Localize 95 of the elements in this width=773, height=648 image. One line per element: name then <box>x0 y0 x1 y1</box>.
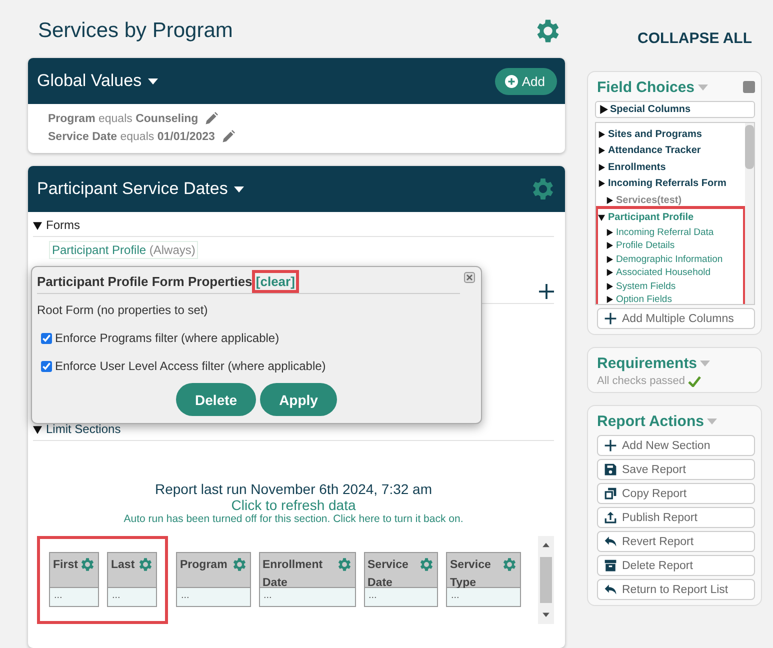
add-button[interactable]: Add <box>494 68 557 94</box>
section-label[interactable]: Limit Sections <box>46 422 121 436</box>
collapse-all-link[interactable]: COLLAPSE ALL <box>587 30 762 54</box>
column-label: Last <box>111 558 135 573</box>
gear-icon[interactable] <box>500 556 518 573</box>
column-label: Program <box>180 558 228 573</box>
collapsed-triangle-icon[interactable] <box>599 105 608 114</box>
panel-title[interactable]: Participant Service Dates <box>37 179 244 199</box>
column-header[interactable]: Service Date <box>364 552 438 588</box>
checkbox-label[interactable]: Enforce Programs filter (where applicable) <box>55 331 280 345</box>
page-title: Services by Program <box>38 19 233 43</box>
up-arrow-icon[interactable] <box>542 542 550 549</box>
panel-title[interactable]: Field Choices <box>597 78 708 96</box>
column-label: First <box>53 558 78 573</box>
pencil-icon[interactable] <box>204 112 218 126</box>
requirements-status: All checks passed <box>597 375 686 387</box>
plus-icon[interactable] <box>539 284 554 299</box>
scrollbar[interactable] <box>538 536 554 624</box>
tree-item[interactable]: Associated Household <box>606 266 743 280</box>
column-header[interactable]: Service Type <box>446 552 520 588</box>
action-button[interactable]: Publish Report <box>597 507 755 528</box>
filter-text: Service Date equals 01/01/2023 <box>48 130 215 145</box>
dialog-title: Participant Profile Form Properties <box>37 274 254 289</box>
tree-item[interactable]: Participant Profile <box>598 209 743 226</box>
collapsed-triangle-icon[interactable] <box>598 164 605 171</box>
tree-item[interactable]: Enrollments <box>598 159 743 176</box>
archive-box-icon <box>604 559 617 572</box>
action-button[interactable]: Revert Report <box>597 531 755 552</box>
caret-icon[interactable] <box>234 186 244 192</box>
expanded-triangle-icon[interactable] <box>33 424 42 434</box>
form-tag[interactable]: Participant Profile (Always) <box>49 241 198 259</box>
table-cell: ... <box>364 588 438 607</box>
column-header[interactable]: Program <box>176 552 250 588</box>
undo-arrow-icon <box>604 535 617 548</box>
table-cell: ... <box>258 588 356 607</box>
column-header[interactable]: First <box>49 552 99 588</box>
panel-title[interactable]: Global Values <box>37 71 158 91</box>
column-label: Service Date <box>368 558 410 591</box>
dialog-button[interactable]: Delete <box>176 383 256 416</box>
collapsed-triangle-icon[interactable] <box>598 180 605 188</box>
tree-item[interactable]: Profile Details <box>606 239 743 252</box>
table-cell: ... <box>446 588 520 607</box>
dialog-note: Root Form (no properties to set) <box>37 303 209 317</box>
action-button[interactable]: Add New Section <box>597 435 755 456</box>
action-button[interactable]: Save Report <box>597 459 755 480</box>
undo-arrow-icon <box>604 583 617 596</box>
expanded-triangle-icon[interactable] <box>33 220 42 230</box>
add-columns-button[interactable]: Add Multiple Columns <box>597 308 755 329</box>
gear-icon[interactable] <box>230 556 248 573</box>
refresh-link[interactable]: Click to refresh data <box>33 497 554 513</box>
tree-item[interactable]: Sites and Programs <box>598 126 743 142</box>
panel-title[interactable]: Report Actions <box>597 412 717 430</box>
gear-icon[interactable] <box>137 556 154 573</box>
column-label: Service Type <box>450 558 492 591</box>
upload-icon <box>604 511 617 524</box>
table-cell: ... <box>176 588 250 607</box>
down-arrow-icon[interactable] <box>542 611 550 618</box>
column-header[interactable]: Last <box>107 552 157 588</box>
plus-circle-icon[interactable] <box>504 74 518 88</box>
action-button[interactable]: Delete Report <box>597 555 755 576</box>
table-cell: ... <box>107 588 157 607</box>
pencil-icon[interactable] <box>220 130 235 144</box>
plus-icon <box>604 439 617 452</box>
checkbox[interactable] <box>41 332 52 344</box>
caret-icon[interactable] <box>148 78 158 84</box>
tree-item[interactable]: Incoming Referral Data <box>606 226 743 239</box>
tree-item[interactable]: Attendance Tracker <box>598 142 743 159</box>
auto-run-note[interactable]: Auto run has been turned off for this section. Click here to turn it back on. <box>33 513 554 526</box>
checkbox[interactable] <box>41 360 52 372</box>
tree-item[interactable]: Special Columns <box>595 101 755 118</box>
tree-item[interactable]: Incoming Referrals Form <box>598 176 743 192</box>
collapsed-triangle-icon[interactable] <box>598 130 605 138</box>
close-icon[interactable] <box>464 272 475 283</box>
expanded-triangle-icon[interactable] <box>598 214 605 221</box>
plus-icon <box>604 312 617 325</box>
action-button[interactable]: Return to Report List <box>597 579 755 600</box>
collapsed-triangle-icon[interactable] <box>598 147 605 154</box>
filter-text: Program equals Counseling <box>48 112 198 127</box>
panel-title[interactable]: Requirements <box>597 354 710 372</box>
tree-item[interactable]: System Fields <box>606 280 743 293</box>
table-cell: ... <box>49 588 99 607</box>
scrollbar[interactable] <box>745 123 754 304</box>
section-label[interactable]: Forms <box>46 218 80 232</box>
column-header[interactable]: Enrollment Date <box>258 552 356 588</box>
gear-icon[interactable] <box>336 556 352 573</box>
report-run-time: Report last run November 6th 2024, 7:32 am <box>154 481 434 497</box>
dialog-button[interactable]: Apply <box>260 383 337 416</box>
checkbox-label[interactable]: Enforce User Level Access filter (where applicable) <box>55 359 326 373</box>
action-button[interactable]: Copy Report <box>597 483 755 504</box>
copy-icon <box>604 487 617 500</box>
gear-icon[interactable] <box>79 556 96 573</box>
column-label: Enrollment Date <box>262 558 324 591</box>
tree-item[interactable]: Option Fields <box>606 293 743 304</box>
tree-item[interactable]: Demographic Information <box>606 252 743 266</box>
gear-icon[interactable] <box>418 556 435 573</box>
